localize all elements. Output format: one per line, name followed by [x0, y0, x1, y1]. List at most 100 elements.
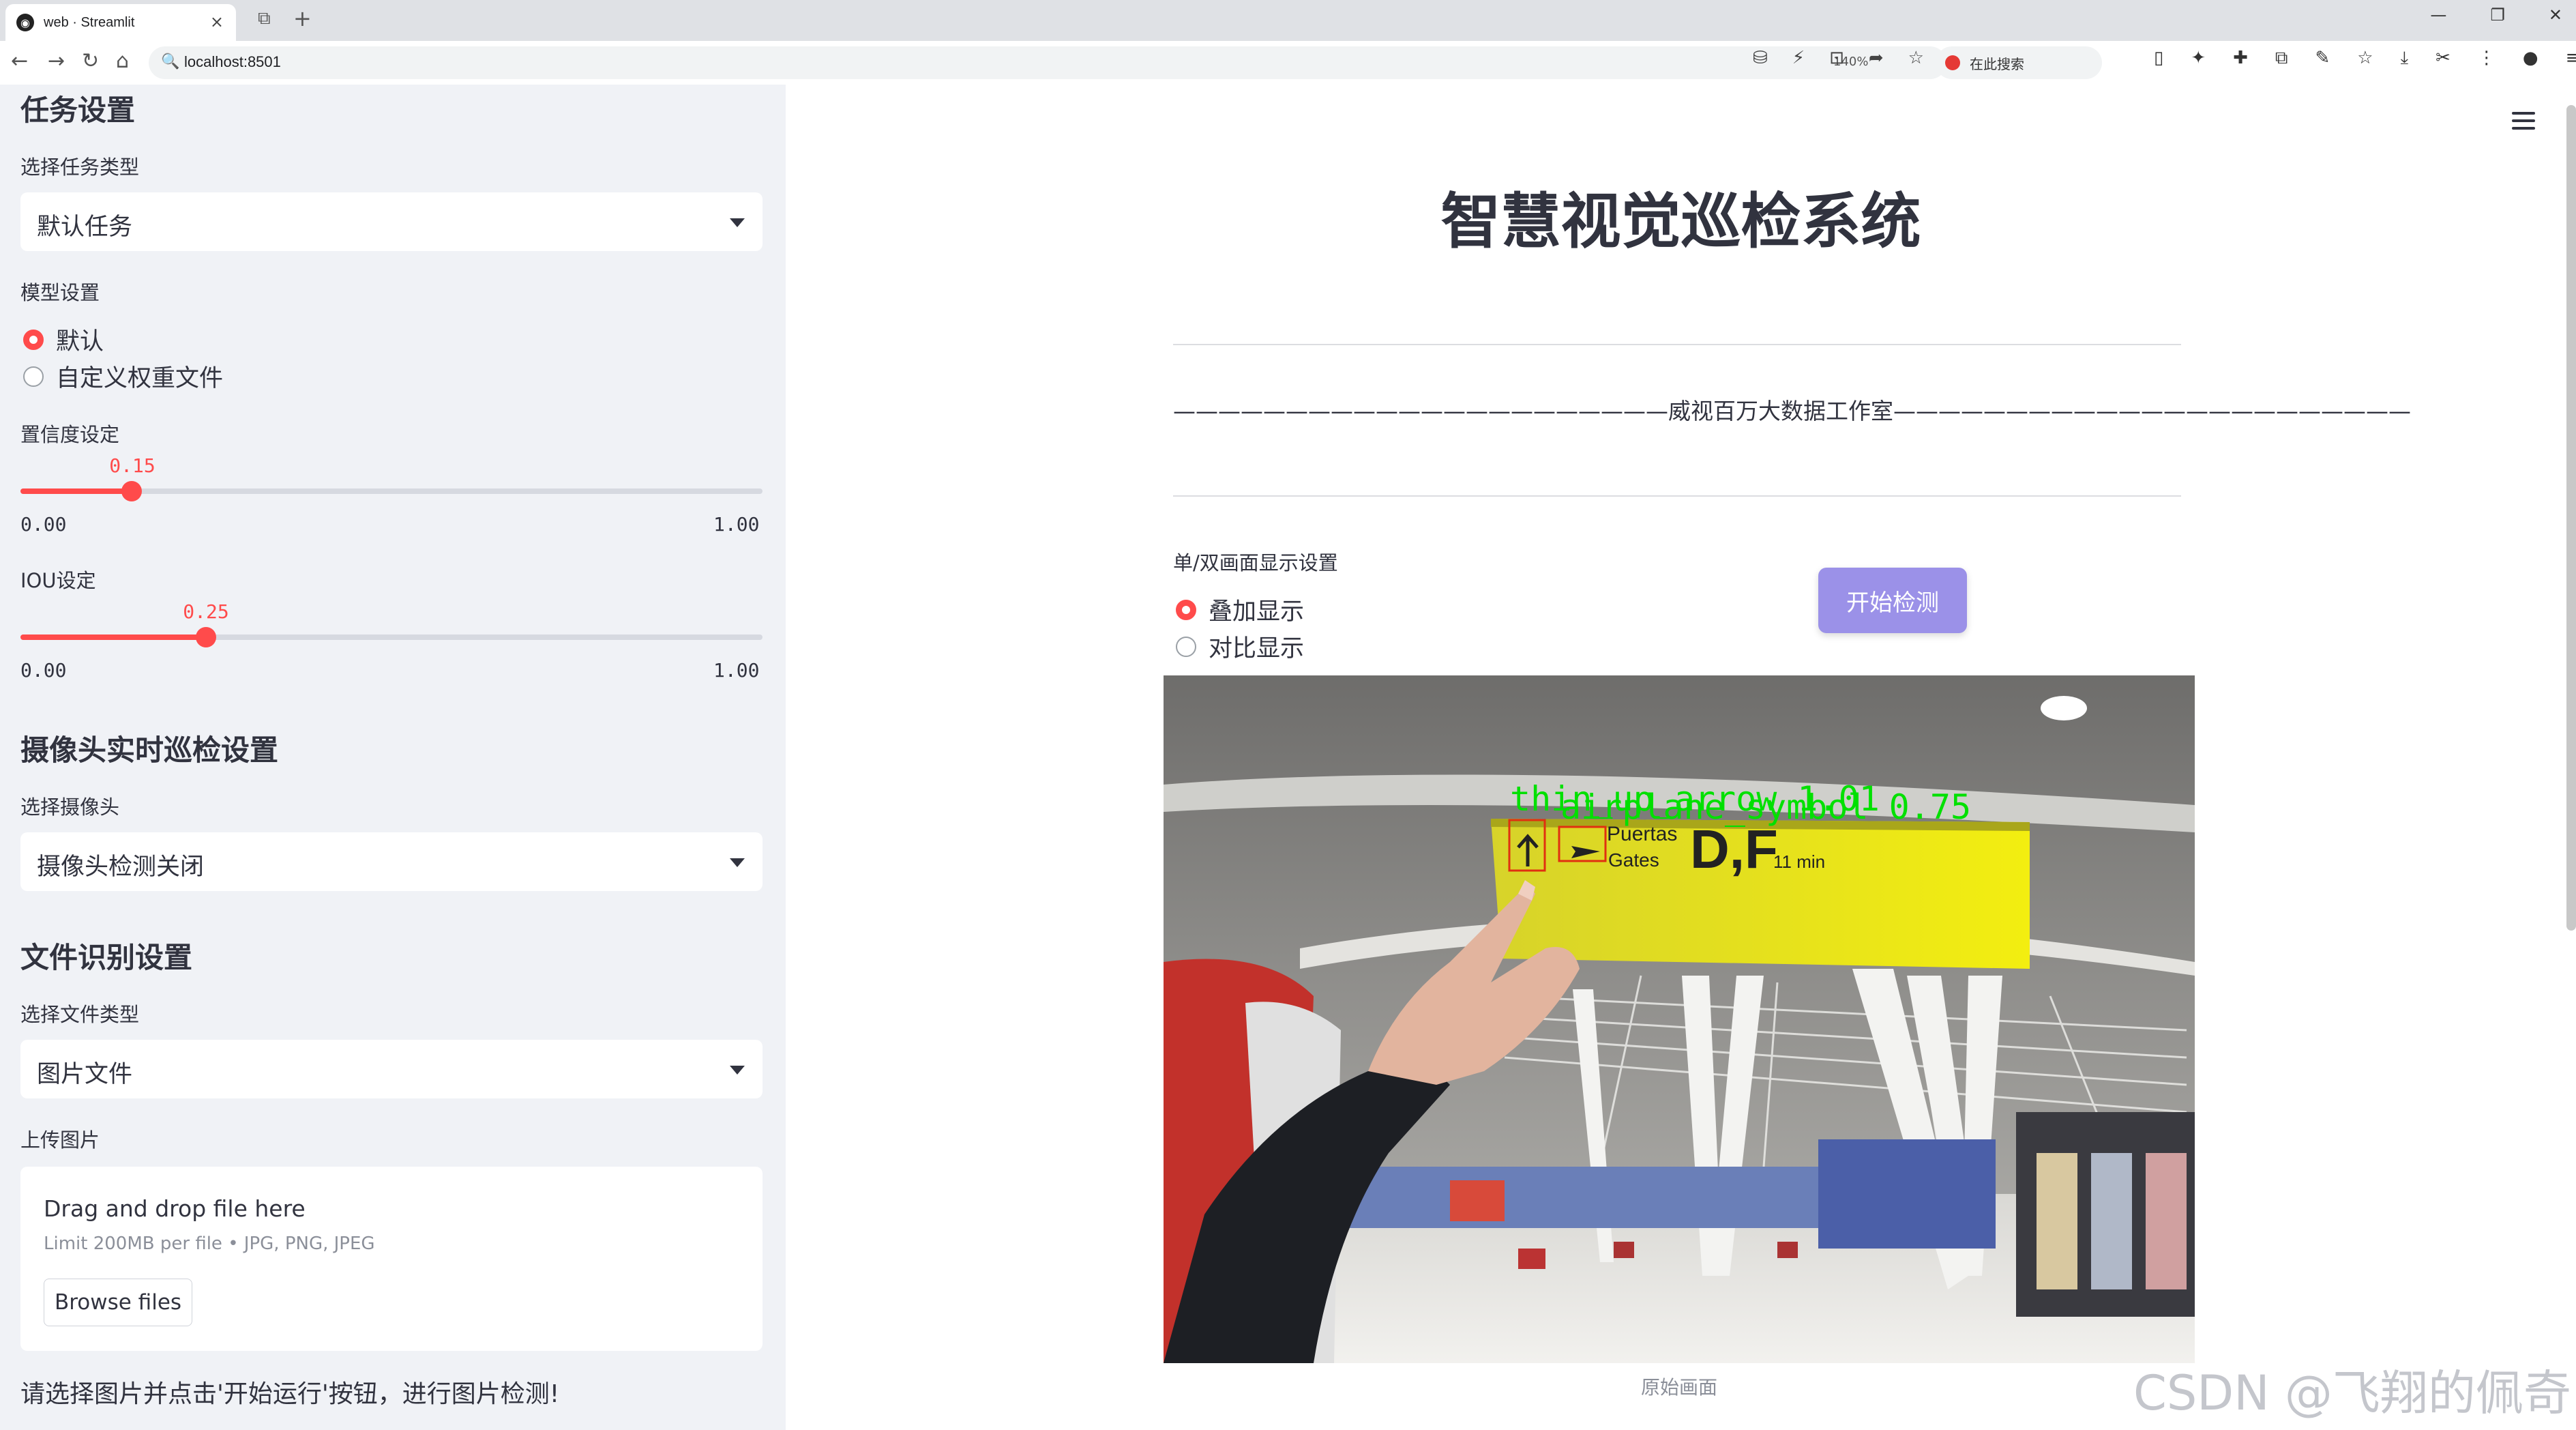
- lightning-icon[interactable]: ⚡: [1792, 48, 1805, 68]
- ai-icon[interactable]: ✦: [2191, 48, 2206, 69]
- tab-title: web · Streamlit: [44, 14, 135, 30]
- profile-avatar[interactable]: ●: [2523, 48, 2538, 69]
- more-icon[interactable]: ⋮: [2478, 48, 2496, 69]
- confidence-slider[interactable]: [20, 481, 763, 501]
- airport-scene-illustration: Puertas Gates D,F 11 min thin_up_arrow 1…: [1164, 675, 2195, 1363]
- extension-a-icon[interactable]: ✚: [2233, 48, 2248, 69]
- site-info-icon[interactable]: 🔍: [161, 53, 179, 70]
- phone-icon[interactable]: ▯: [2154, 48, 2163, 69]
- forward-icon[interactable]: →: [48, 49, 65, 73]
- browse-files-button[interactable]: Browse files: [44, 1279, 192, 1326]
- confidence-slider-thumb[interactable]: [121, 481, 143, 501]
- task-type-label: 选择任务类型: [20, 156, 140, 179]
- sign-text-walk-time: 11 min: [1773, 851, 1825, 872]
- confidence-slider-fill: [20, 488, 132, 494]
- favorites-icon[interactable]: ☆: [2357, 48, 2373, 69]
- share-icon[interactable]: ➦: [1869, 48, 1884, 68]
- back-icon[interactable]: ←: [11, 49, 28, 73]
- window-close-icon[interactable]: ✕: [2549, 5, 2562, 25]
- search-engine-icon[interactable]: [1945, 55, 1960, 70]
- search-placeholder: 在此搜索: [1970, 55, 2024, 72]
- detection-label-airplane: airplane_symbol 0.75: [1560, 787, 1971, 827]
- hamburger-menu-icon[interactable]: [2512, 112, 2535, 134]
- restore-icon[interactable]: ❐: [2490, 5, 2505, 25]
- iou-slider-fill: [20, 634, 206, 640]
- dropzone-title: Drag and drop file here: [44, 1195, 306, 1222]
- display-option-label: 叠加显示: [1209, 598, 1305, 626]
- browser-tab-strip: ◉ web · Streamlit × ⧉ + — ❐ ✕: [0, 0, 2576, 41]
- task-type-select[interactable]: 默认任务: [20, 192, 763, 251]
- model-settings-label: 模型设置: [20, 281, 100, 304]
- iou-slider[interactable]: [20, 627, 763, 647]
- window-controls: — ❐ ✕: [2430, 5, 2562, 25]
- confidence-label: 置信度设定: [20, 423, 120, 446]
- display-radio-overlay[interactable]: 叠加显示: [1176, 592, 1304, 627]
- image-caption: 原始画面: [1640, 1376, 1717, 1399]
- confidence-value: 0.15: [109, 454, 156, 477]
- search-box[interactable]: 在此搜索: [1936, 46, 2102, 79]
- model-option-label: 默认: [56, 328, 104, 355]
- sidebar: 任务设置 选择任务类型 默认任务 模型设置 默认 自定义权重文件 置信度设定 0…: [0, 85, 786, 1430]
- radio-selected-icon: [1176, 599, 1196, 620]
- tab-group-icon[interactable]: ⧉: [258, 8, 271, 29]
- divider-top: [1173, 344, 2181, 345]
- iou-max: 1.00: [713, 659, 760, 682]
- file-settings-heading: 文件识别设置: [20, 941, 193, 974]
- file-type-value: 图片文件: [37, 1061, 133, 1088]
- model-radio-default[interactable]: 默认: [23, 322, 104, 357]
- browser-tab-active[interactable]: ◉ web · Streamlit ×: [5, 4, 236, 41]
- menu-icon[interactable]: ≡: [2566, 48, 2576, 69]
- chevron-down-icon: [730, 218, 745, 227]
- address-bar[interactable]: 🔍 localhost:8501 140%: [149, 46, 1946, 79]
- reload-icon[interactable]: ↻: [82, 49, 99, 73]
- streamlit-favicon-icon: ◉: [16, 14, 34, 31]
- tab-close-icon[interactable]: ×: [210, 12, 224, 31]
- bookmark-star-icon[interactable]: ☆: [1908, 48, 1924, 68]
- detection-image: Puertas Gates D,F 11 min thin_up_arrow 1…: [1164, 675, 2195, 1363]
- extension-c-icon[interactable]: ✎: [2315, 48, 2330, 69]
- minimize-icon[interactable]: —: [2430, 5, 2446, 25]
- file-dropzone[interactable]: Drag and drop file here Limit 200MB per …: [20, 1167, 763, 1351]
- iou-value: 0.25: [183, 600, 229, 623]
- scissors-icon[interactable]: ✂: [2436, 48, 2451, 69]
- display-radio-compare[interactable]: 对比显示: [1176, 629, 1304, 664]
- camera-label: 选择摄像头: [20, 796, 120, 819]
- camera-value: 摄像头检测关闭: [37, 853, 205, 881]
- translate-icon[interactable]: ⛁: [1753, 48, 1768, 68]
- radio-selected-icon: [23, 329, 44, 350]
- model-radio-custom[interactable]: 自定义权重文件: [23, 359, 223, 394]
- studio-credit: ——————————————————————威视百万大数据工作室————————…: [1173, 398, 2411, 424]
- extension-icons: ⛁ ⚡ ⊡ ➦ ☆: [1753, 48, 1924, 68]
- task-type-value: 默认任务: [37, 214, 133, 241]
- iou-min: 0.00: [20, 659, 67, 682]
- file-type-label: 选择文件类型: [20, 1003, 140, 1026]
- capture-icon[interactable]: ⊡: [1829, 48, 1844, 68]
- model-option-label: 自定义权重文件: [56, 365, 224, 392]
- divider-bottom: [1173, 495, 2181, 497]
- browser-toolbar: ← → ↻ ⌂ 🔍 localhost:8501 140% ⛁ ⚡ ⊡ ➦ ☆ …: [0, 41, 2576, 85]
- camera-settings-heading: 摄像头实时巡检设置: [20, 733, 279, 767]
- display-mode-label: 单/双画面显示设置: [1173, 551, 1338, 574]
- upload-hint: 请选择图片并点击'开始运行'按钮，进行图片检测!: [20, 1380, 560, 1408]
- camera-select[interactable]: 摄像头检测关闭: [20, 832, 763, 891]
- url-text[interactable]: localhost:8501: [184, 53, 281, 71]
- iou-slider-thumb[interactable]: [196, 627, 216, 647]
- download-icon[interactable]: ⤓: [2401, 48, 2409, 69]
- upload-label: 上传图片: [20, 1128, 100, 1152]
- dropzone-limit: Limit 200MB per file • JPG, PNG, JPEG: [44, 1234, 375, 1254]
- confidence-max: 1.00: [713, 513, 760, 536]
- start-detection-button[interactable]: 开始检测: [1818, 568, 1967, 633]
- chevron-down-icon: [730, 858, 745, 867]
- page-title: 智慧视觉巡检系统: [1440, 186, 1921, 257]
- display-option-label: 对比显示: [1209, 635, 1305, 662]
- chevron-down-icon: [730, 1066, 745, 1075]
- radio-unselected-icon: [23, 366, 44, 387]
- home-icon[interactable]: ⌂: [116, 49, 129, 73]
- sign-text-gate-letters: D,F: [1690, 819, 1778, 879]
- extension-b-icon[interactable]: ⧉: [2275, 48, 2288, 69]
- confidence-min: 0.00: [20, 513, 67, 536]
- new-tab-icon[interactable]: +: [293, 5, 312, 31]
- file-type-select[interactable]: 图片文件: [20, 1040, 763, 1098]
- watermark-text: CSDN @飞翔的佩奇: [2133, 1365, 2571, 1421]
- iou-label: IOU设定: [20, 569, 96, 592]
